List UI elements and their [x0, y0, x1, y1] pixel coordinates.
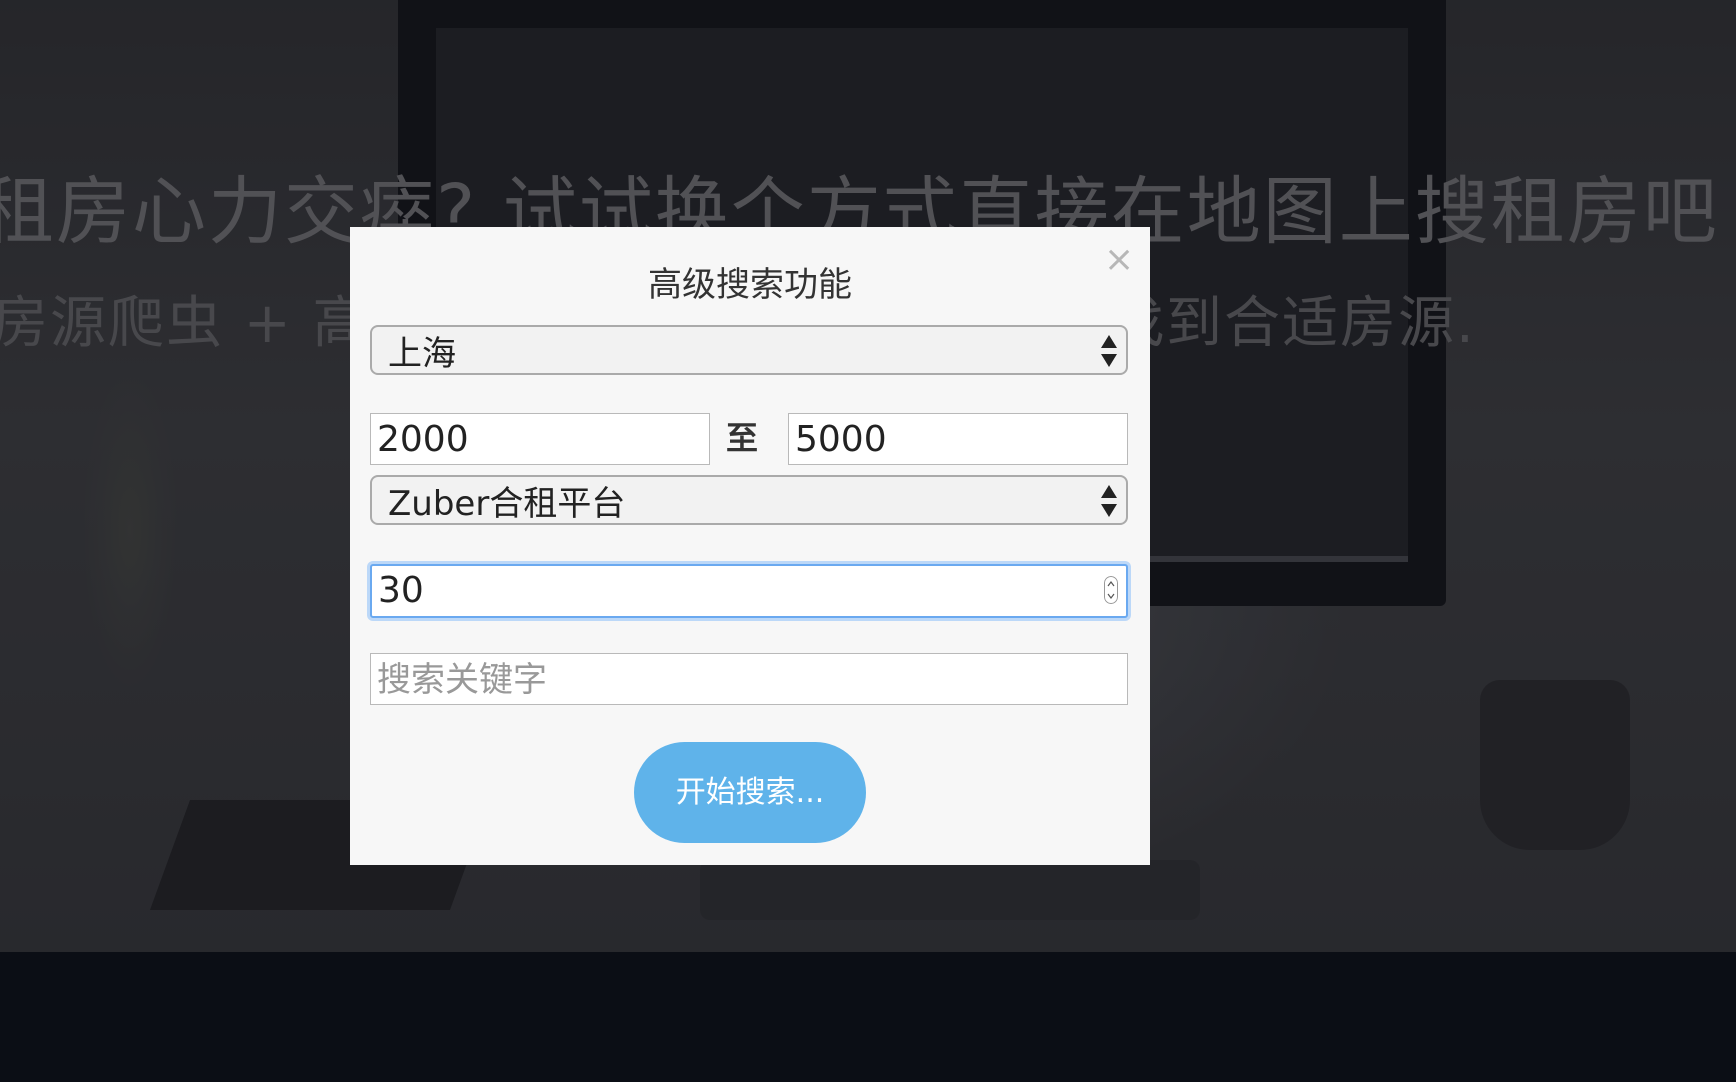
- footer: [0, 952, 1736, 1082]
- start-search-button[interactable]: 开始搜索...: [634, 742, 866, 843]
- spinner-icon[interactable]: [1104, 576, 1118, 604]
- source-select-value: Zuber合租平台: [388, 484, 626, 524]
- advanced-search-modal: × 高级搜索功能 上海 2000 至 5000 Zuber合租平台 30 搜索关…: [350, 227, 1150, 865]
- modal-title: 高级搜索功能: [648, 265, 852, 305]
- city-select-value: 上海: [388, 334, 456, 374]
- keyword-placeholder: 搜索关键字: [377, 660, 547, 700]
- count-input[interactable]: 30: [370, 564, 1128, 618]
- price-range-separator: 至: [725, 419, 758, 457]
- page: 租房心力交瘁? 试试换个方式直接在地图上搜租房吧 房源爬虫 + 高 找到合适房源…: [0, 0, 1736, 1082]
- select-arrows-icon: [1101, 485, 1117, 517]
- keyword-input[interactable]: 搜索关键字: [370, 653, 1128, 705]
- count-input-value: 30: [378, 570, 424, 611]
- city-select[interactable]: 上海: [370, 325, 1128, 375]
- price-min-input[interactable]: 2000: [370, 413, 710, 465]
- price-max-input[interactable]: 5000: [788, 413, 1128, 465]
- source-select[interactable]: Zuber合租平台: [370, 475, 1128, 525]
- select-arrows-icon: [1101, 335, 1117, 367]
